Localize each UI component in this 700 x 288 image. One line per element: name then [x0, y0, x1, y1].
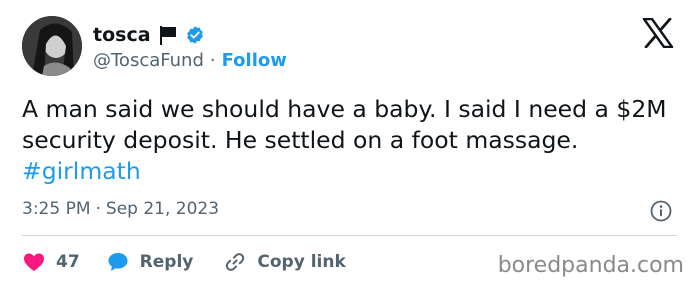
timestamp-separator: · — [95, 199, 101, 219]
info-icon[interactable] — [650, 200, 672, 222]
timestamp[interactable]: 3:25 PM · Sep 21, 2023 — [22, 199, 219, 219]
like-button[interactable]: 47 — [22, 250, 80, 274]
handle-row: @ToscaFund · Follow — [93, 50, 287, 71]
watermark: boredpanda.com — [497, 253, 684, 278]
follow-button[interactable]: Follow — [222, 50, 287, 71]
user-handle[interactable]: @ToscaFund — [93, 50, 204, 71]
action-bar: 47 Reply Copy link — [22, 247, 346, 277]
like-count: 47 — [56, 252, 80, 272]
tweet-body: A man said we should have a baby. I said… — [22, 95, 667, 154]
x-logo-icon[interactable] — [642, 17, 674, 49]
name-row: tosca — [93, 22, 205, 48]
display-name[interactable]: tosca — [93, 24, 151, 46]
copy-link-label: Copy link — [257, 252, 346, 272]
hashtag-link[interactable]: #girlmath — [22, 157, 141, 185]
tweet-date: Sep 21, 2023 — [105, 199, 220, 219]
divider — [22, 235, 677, 236]
heart-icon — [22, 250, 46, 274]
reply-button[interactable]: Reply — [106, 250, 194, 274]
reply-label: Reply — [139, 252, 194, 272]
tweet-text: A man said we should have a baby. I said… — [22, 94, 682, 187]
separator-dot: · — [209, 50, 216, 71]
flag-icon — [159, 25, 177, 45]
link-icon — [223, 250, 247, 274]
tweet-time: 3:25 PM — [22, 199, 91, 219]
copy-link-button[interactable]: Copy link — [223, 250, 346, 274]
verified-badge-icon — [185, 25, 205, 45]
speech-bubble-icon — [106, 250, 130, 274]
avatar[interactable] — [22, 16, 82, 76]
tweet-card: tosca @ToscaFund · Follow A man said we … — [0, 0, 700, 288]
